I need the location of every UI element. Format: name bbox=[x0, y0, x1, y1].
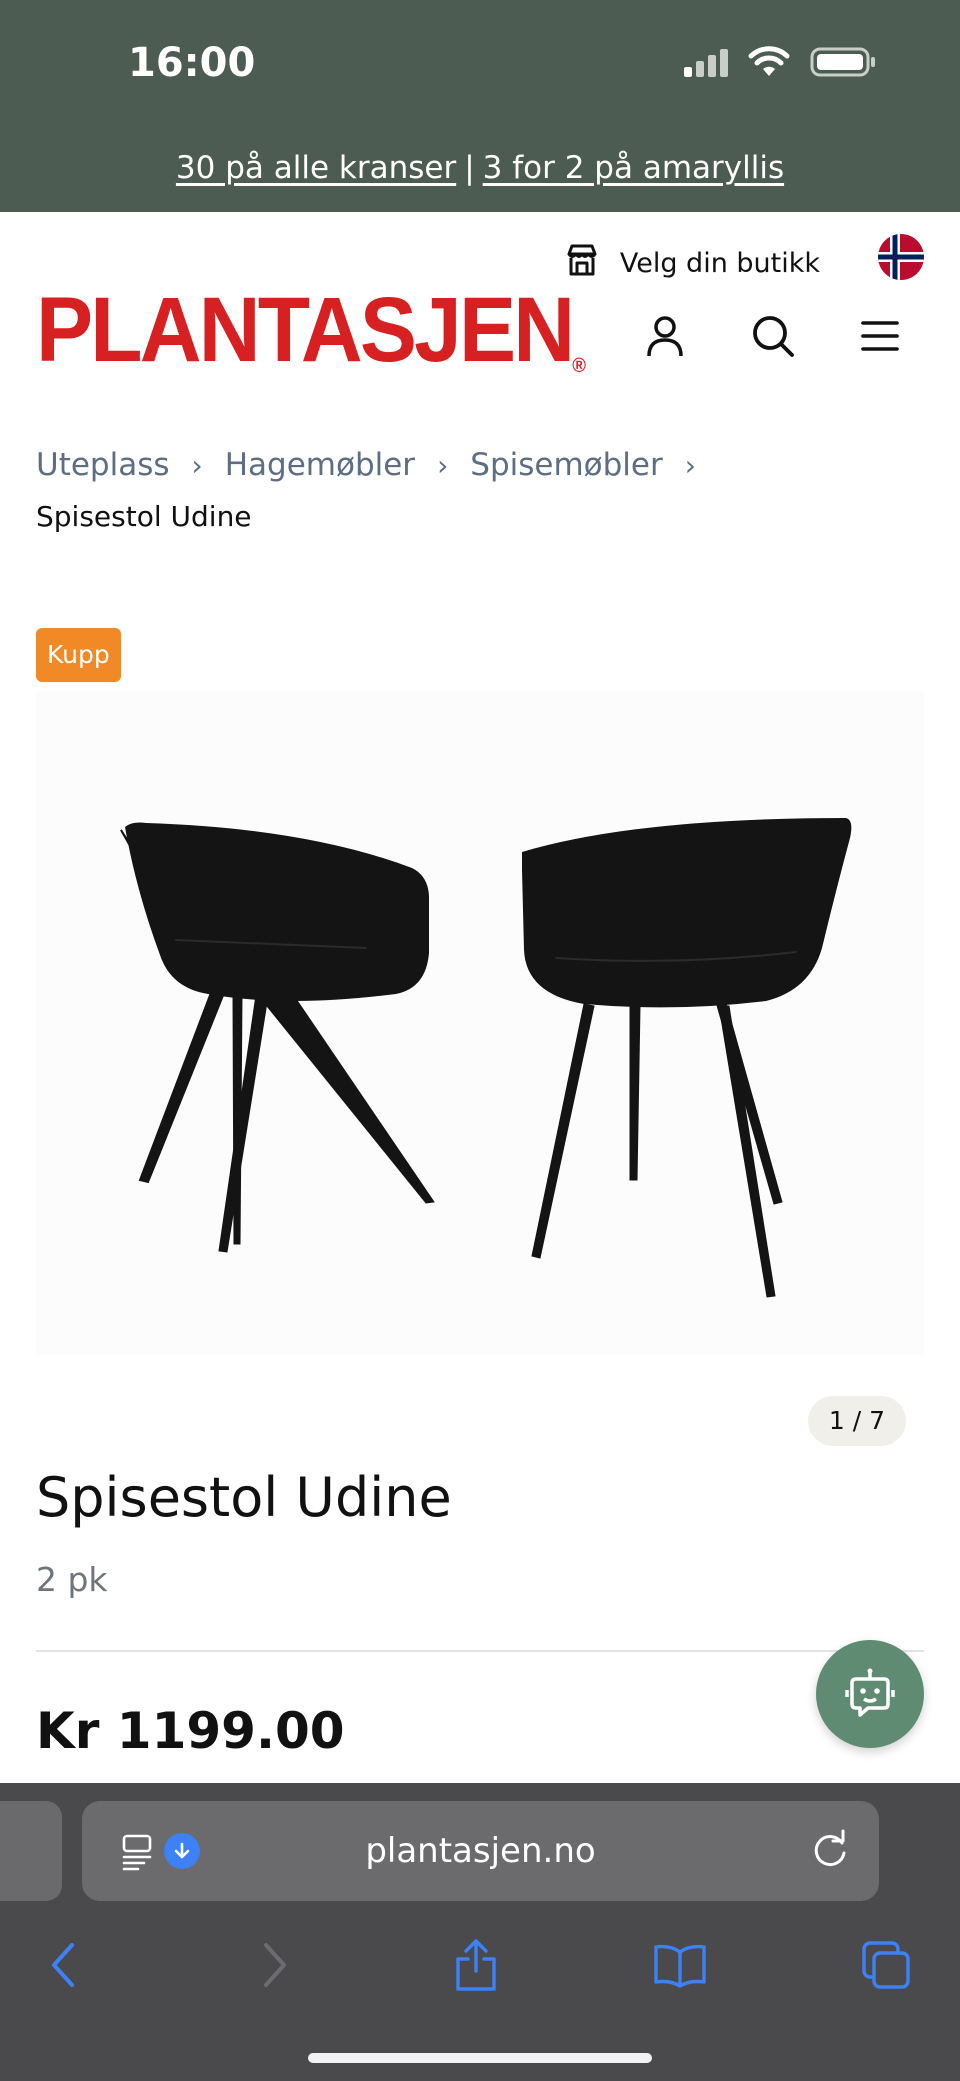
battery-icon bbox=[810, 46, 876, 78]
store-label: Velg din butikk bbox=[619, 248, 820, 279]
norway-flag-icon[interactable] bbox=[878, 234, 924, 280]
robot-icon bbox=[845, 1668, 895, 1717]
status-icons bbox=[684, 46, 876, 78]
chairs-illustration bbox=[120, 818, 852, 1298]
logo-text: PLANTASJEN bbox=[36, 279, 575, 381]
breadcrumb-current: Spisestol Udine bbox=[36, 500, 252, 533]
promo-link-amaryllis[interactable]: 3 for 2 på amaryllis bbox=[483, 150, 784, 186]
browser-toolbar: plantasjen.no bbox=[0, 1783, 960, 2081]
cellular-signal-icon bbox=[684, 47, 728, 77]
chevron-right-icon: › bbox=[437, 449, 449, 482]
product-price: Kr 1199.00 bbox=[36, 1702, 345, 1760]
chevron-right-icon: › bbox=[191, 449, 203, 482]
address-bar[interactable]: plantasjen.no bbox=[82, 1801, 879, 1901]
url-text[interactable]: plantasjen.no bbox=[82, 1801, 879, 1901]
menu-icon[interactable] bbox=[856, 312, 904, 360]
deal-badge: Kupp bbox=[36, 628, 121, 682]
brand-logo[interactable]: PLANTASJEN® bbox=[36, 284, 586, 376]
breadcrumb-item-spisemobler[interactable]: Spisemøbler bbox=[470, 436, 662, 494]
previous-tab-preview[interactable] bbox=[0, 1801, 62, 1901]
breadcrumb-item-hagemobler[interactable]: Hagemøbler bbox=[225, 436, 415, 494]
breadcrumb: Uteplass › Hagemøbler › Spisemøbler › Spisest… bbox=[36, 436, 936, 539]
product-pack-size: 2 pk bbox=[36, 1560, 108, 1599]
promo-link-wreaths[interactable]: 30 på alle kranser bbox=[176, 150, 456, 186]
product-image[interactable] bbox=[36, 690, 924, 1355]
chevron-right-icon: › bbox=[684, 449, 696, 482]
home-indicator[interactable] bbox=[308, 2053, 652, 2063]
promo-banner: 30 på alle kranser | 3 for 2 på amaryllis bbox=[0, 150, 960, 186]
product-title: Spisestol Udine bbox=[36, 1466, 452, 1529]
status-time: 16:00 bbox=[128, 40, 256, 86]
reload-icon[interactable] bbox=[809, 1829, 851, 1875]
breadcrumb-item-uteplass[interactable]: Uteplass bbox=[36, 436, 170, 494]
page: 16:00 30 på alle kranser | 3 for 2 på am… bbox=[0, 0, 960, 2081]
wifi-icon bbox=[748, 46, 790, 78]
back-icon[interactable] bbox=[34, 1935, 94, 1995]
image-counter: 1 / 7 bbox=[808, 1396, 906, 1446]
share-icon[interactable] bbox=[446, 1935, 506, 1995]
promo-separator: | bbox=[464, 150, 475, 186]
divider bbox=[36, 1650, 924, 1652]
forward-icon[interactable] bbox=[244, 1935, 304, 1995]
top-bar: 16:00 30 på alle kranser | 3 for 2 på am… bbox=[0, 0, 960, 212]
logo-registered-mark: ® bbox=[572, 355, 586, 377]
bookmarks-icon[interactable] bbox=[650, 1935, 710, 1995]
store-selector[interactable]: Velg din butikk bbox=[564, 242, 820, 285]
chatbot-button[interactable] bbox=[816, 1640, 924, 1748]
tabs-icon[interactable] bbox=[856, 1935, 916, 1995]
user-icon[interactable] bbox=[641, 312, 689, 360]
search-icon[interactable] bbox=[749, 312, 797, 360]
